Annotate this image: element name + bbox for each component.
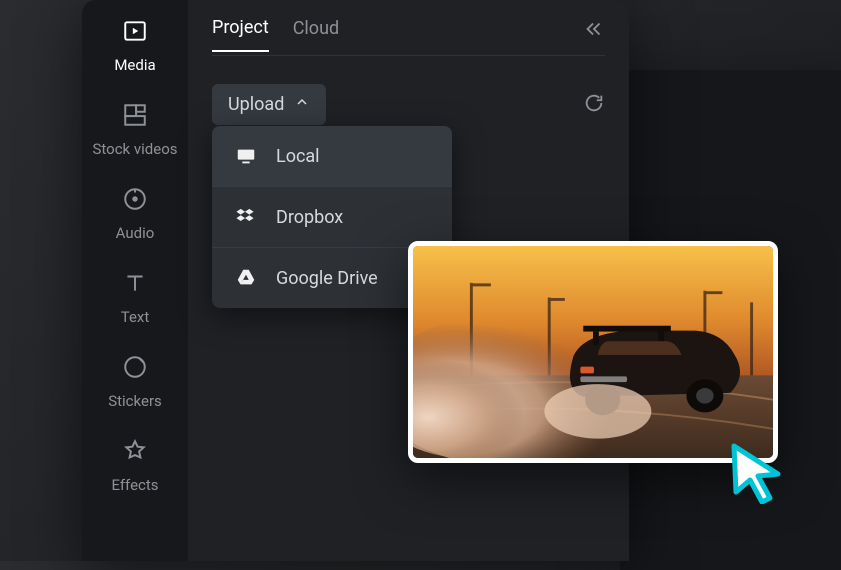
google-drive-icon xyxy=(234,266,258,290)
sidebar-item-stock-videos[interactable]: Stock videos xyxy=(82,102,188,158)
sidebar-item-media[interactable]: Media xyxy=(82,18,188,74)
sidebar-item-label: Media xyxy=(114,56,155,74)
upload-option-label: Google Drive xyxy=(276,268,378,289)
effects-icon xyxy=(122,438,148,468)
dropbox-icon xyxy=(234,205,258,229)
sidebar-item-audio[interactable]: Audio xyxy=(82,186,188,242)
sidebar: Media Stock videos Audio Text Stickers xyxy=(82,0,188,561)
sidebar-item-effects[interactable]: Effects xyxy=(82,438,188,494)
text-icon xyxy=(122,270,148,300)
upload-option-label: Dropbox xyxy=(276,207,343,228)
tab-cloud[interactable]: Cloud xyxy=(293,18,339,51)
chevron-up-icon xyxy=(294,94,310,115)
sidebar-item-label: Audio xyxy=(116,224,155,242)
upload-button-label: Upload xyxy=(228,94,284,115)
refresh-button[interactable] xyxy=(583,92,605,118)
chevron-double-left-icon xyxy=(583,25,605,44)
panel-tabs: Project Cloud xyxy=(212,14,605,56)
media-preview-thumbnail[interactable] xyxy=(408,241,778,463)
sidebar-item-label: Stock videos xyxy=(92,140,177,158)
panel-toolbar: Upload xyxy=(212,84,605,125)
stock-videos-icon xyxy=(122,102,148,132)
audio-icon xyxy=(122,186,148,216)
tab-project[interactable]: Project xyxy=(212,17,269,52)
sidebar-item-label: Stickers xyxy=(108,392,162,410)
upload-button[interactable]: Upload xyxy=(212,84,326,125)
collapse-panel-button[interactable] xyxy=(583,18,605,44)
upload-option-local[interactable]: Local xyxy=(212,126,452,186)
upload-option-dropbox[interactable]: Dropbox xyxy=(212,186,452,247)
upload-option-label: Local xyxy=(276,146,320,167)
media-icon xyxy=(122,18,148,48)
sidebar-item-label: Effects xyxy=(111,476,158,494)
sidebar-item-label: Text xyxy=(121,308,150,326)
sidebar-item-text[interactable]: Text xyxy=(82,270,188,326)
sidebar-item-stickers[interactable]: Stickers xyxy=(82,354,188,410)
local-icon xyxy=(234,144,258,168)
stickers-icon xyxy=(122,354,148,384)
refresh-icon xyxy=(583,99,605,118)
